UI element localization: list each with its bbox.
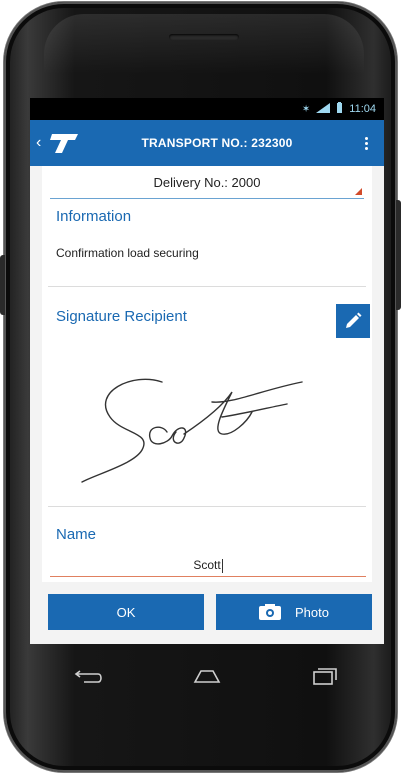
app-bar: ‹ TRANSPORT NO.: 232300 (30, 120, 384, 166)
name-title: Name (56, 526, 97, 543)
more-vert-icon[interactable] (356, 136, 376, 150)
back-chevron-icon[interactable]: ‹ (36, 134, 50, 152)
bluetooth-icon: ✶ (301, 103, 311, 115)
t-logo-icon (50, 134, 78, 153)
delivery-selector[interactable]: Delivery No.: 2000 (50, 172, 364, 199)
power-button (396, 200, 401, 310)
home-icon[interactable] (187, 661, 227, 691)
edit-signature-button[interactable] (336, 304, 370, 338)
ok-label: OK (116, 604, 136, 620)
action-bar: OK Photo (30, 582, 384, 644)
earpiece-speaker (169, 34, 239, 40)
battery-icon (336, 102, 343, 116)
photo-label: Photo (295, 604, 329, 620)
system-nav-bar (30, 648, 384, 704)
dropdown-triangle-icon (355, 188, 362, 195)
signature-drawing (81, 378, 303, 483)
volume-button (0, 255, 5, 315)
information-text: Confirmation load securing (56, 246, 199, 260)
delivery-label: Delivery No.: 2000 (153, 175, 261, 190)
signal-icon (316, 102, 331, 116)
pencil-icon (346, 312, 362, 328)
status-bar: ✶ 11:04 (30, 98, 384, 120)
text-cursor (221, 558, 223, 573)
status-time: 11:04 (349, 103, 376, 115)
phone-screen: ✶ 11:04 ‹ TRANSPORT NO.: 232300 Delivery… (30, 98, 384, 644)
delivery-card: Delivery No.: 2000 Information Confirmat… (42, 166, 372, 582)
name-field[interactable]: Scott (50, 554, 366, 577)
ok-button[interactable]: OK (48, 594, 204, 630)
back-icon[interactable] (69, 661, 109, 691)
camera-icon (259, 604, 281, 620)
divider (48, 286, 366, 287)
main-content: Delivery No.: 2000 Information Confirmat… (30, 166, 384, 582)
information-title: Information (56, 208, 132, 225)
divider (48, 506, 366, 507)
name-value: Scott (193, 558, 221, 572)
app-title: TRANSPORT NO.: 232300 (141, 136, 293, 150)
photo-button[interactable]: Photo (216, 594, 372, 630)
signature-title: Signature Recipient (56, 308, 187, 325)
recents-icon[interactable] (305, 661, 345, 691)
app-logo[interactable] (50, 128, 86, 158)
